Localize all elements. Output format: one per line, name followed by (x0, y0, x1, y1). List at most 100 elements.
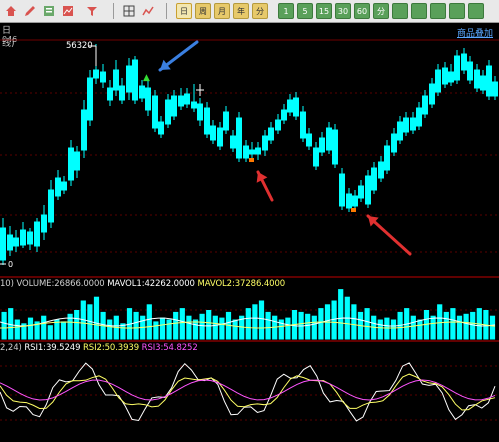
candle-body-16 (107, 87, 113, 101)
candle-body-35 (230, 135, 236, 149)
volume-bar-2 (14, 319, 20, 340)
candle-body-40 (262, 135, 268, 151)
candle-body-63 (410, 117, 416, 131)
volume-bar-11 (74, 310, 80, 340)
volume-bar-74 (489, 315, 496, 340)
volume-bar-43 (285, 317, 291, 340)
candle-body-70 (454, 55, 460, 81)
volume-bar-59 (390, 319, 397, 340)
candle-body-49 (319, 137, 325, 153)
candle-body-52 (339, 173, 345, 207)
volume-bar-29 (192, 319, 199, 340)
volume-bar-9 (60, 321, 67, 340)
volume-bar-58 (384, 317, 390, 340)
candle-body-34 (223, 111, 229, 131)
candle-body-31 (204, 107, 210, 135)
volume-bar-37 (245, 308, 251, 340)
volume-bar-48 (318, 308, 324, 340)
candle-body-23 (152, 95, 158, 129)
candle-body-19 (126, 65, 132, 93)
volume-bar-35 (232, 319, 238, 340)
volume-bar-14 (93, 296, 100, 340)
volume-bar-40 (265, 311, 271, 340)
volume-bar-46 (305, 313, 311, 340)
candle-body-32 (210, 125, 216, 141)
candle-body-37 (243, 145, 249, 159)
candle-body-30 (197, 103, 203, 121)
candle-body-71 (461, 53, 467, 71)
candle-body-28 (184, 93, 190, 105)
rsi-indicator-line: 2,24) RSI1:39.5249 RSI2:50.3939 RSI3:54.… (0, 343, 198, 353)
candle-body-65 (422, 95, 428, 115)
volume-bar-16 (107, 319, 113, 340)
candle-body-6 (41, 214, 47, 233)
volume-prefix: 10) (0, 279, 14, 289)
rsi-prefix: 2,24) (0, 343, 22, 353)
candle-body-42 (275, 119, 281, 131)
volume-bar-39 (258, 300, 265, 340)
chart-canvas: ▲ (0, 39, 499, 422)
volume-bar-31 (206, 310, 212, 340)
candle-body-36 (236, 117, 242, 159)
sell-signal-marker-1 (249, 158, 254, 162)
volume-bar-24 (159, 317, 166, 340)
volume-bar-32 (212, 315, 218, 340)
candle-body-12 (81, 109, 87, 151)
candle-body-54 (352, 195, 358, 207)
volume-bar-62 (410, 315, 416, 340)
candle-body-27 (178, 95, 184, 107)
rsi2-value: RSI2:50.3939 (83, 343, 140, 353)
candle-body-14 (93, 69, 99, 79)
candle-body-3 (20, 229, 26, 246)
candle-body-5 (34, 221, 40, 247)
candle-body-61 (397, 121, 403, 141)
candle-body-72 (467, 61, 473, 81)
candle-body-66 (429, 83, 435, 105)
candle-body-76 (492, 81, 498, 97)
volume-bar-23 (153, 321, 159, 340)
rsi3-line (0, 379, 496, 401)
candle-body-41 (268, 127, 274, 141)
candle-body-4 (27, 231, 33, 245)
volume-bar-22 (146, 304, 152, 340)
volume-indicator-line: 10) VOLUME:26866.0000 MAVOL1:42262.0000 … (0, 279, 285, 289)
candle-body-2 (13, 237, 19, 247)
rsi3-value: RSI3:54.8252 (141, 343, 198, 353)
volume-bar-68 (450, 308, 456, 340)
candle-body-62 (403, 117, 409, 133)
volume-bar-33 (219, 317, 225, 340)
candle-body-1 (7, 234, 13, 251)
candle-body-59 (384, 145, 390, 171)
candle-body-10 (68, 147, 74, 181)
volume-bar-25 (166, 319, 172, 340)
candle-body-55 (358, 185, 364, 199)
volume-bar-65 (430, 315, 436, 340)
candle-body-24 (158, 121, 164, 135)
candle-body-11 (74, 151, 80, 171)
candle-body-68 (442, 67, 448, 85)
candle-body-56 (365, 175, 371, 205)
buy-signal-marker: ▲ (143, 73, 150, 83)
volume-bar-53 (351, 304, 357, 340)
volume-bar-0 (1, 311, 7, 340)
candle-body-57 (371, 167, 377, 191)
rsi2-line (0, 373, 496, 411)
candle-body-39 (255, 147, 261, 155)
volume-bar-69 (456, 315, 463, 340)
volume-bar-4 (27, 317, 34, 340)
candle-body-9 (61, 181, 67, 191)
candle-body-21 (139, 85, 145, 99)
volume-bar-18 (120, 323, 126, 340)
candle-body-25 (165, 99, 171, 125)
candle-body-17 (113, 69, 119, 91)
candle-body-33 (217, 127, 223, 147)
volume-bar-38 (252, 304, 258, 340)
candle-body-15 (100, 71, 106, 83)
volume-bar-28 (186, 315, 192, 340)
candle-body-8 (55, 177, 61, 197)
candle-body-64 (416, 107, 422, 127)
candle-body-50 (326, 127, 332, 151)
volume-bar-55 (364, 308, 370, 340)
high-price-label: 56320 (66, 41, 93, 51)
candle-body-74 (480, 75, 486, 91)
